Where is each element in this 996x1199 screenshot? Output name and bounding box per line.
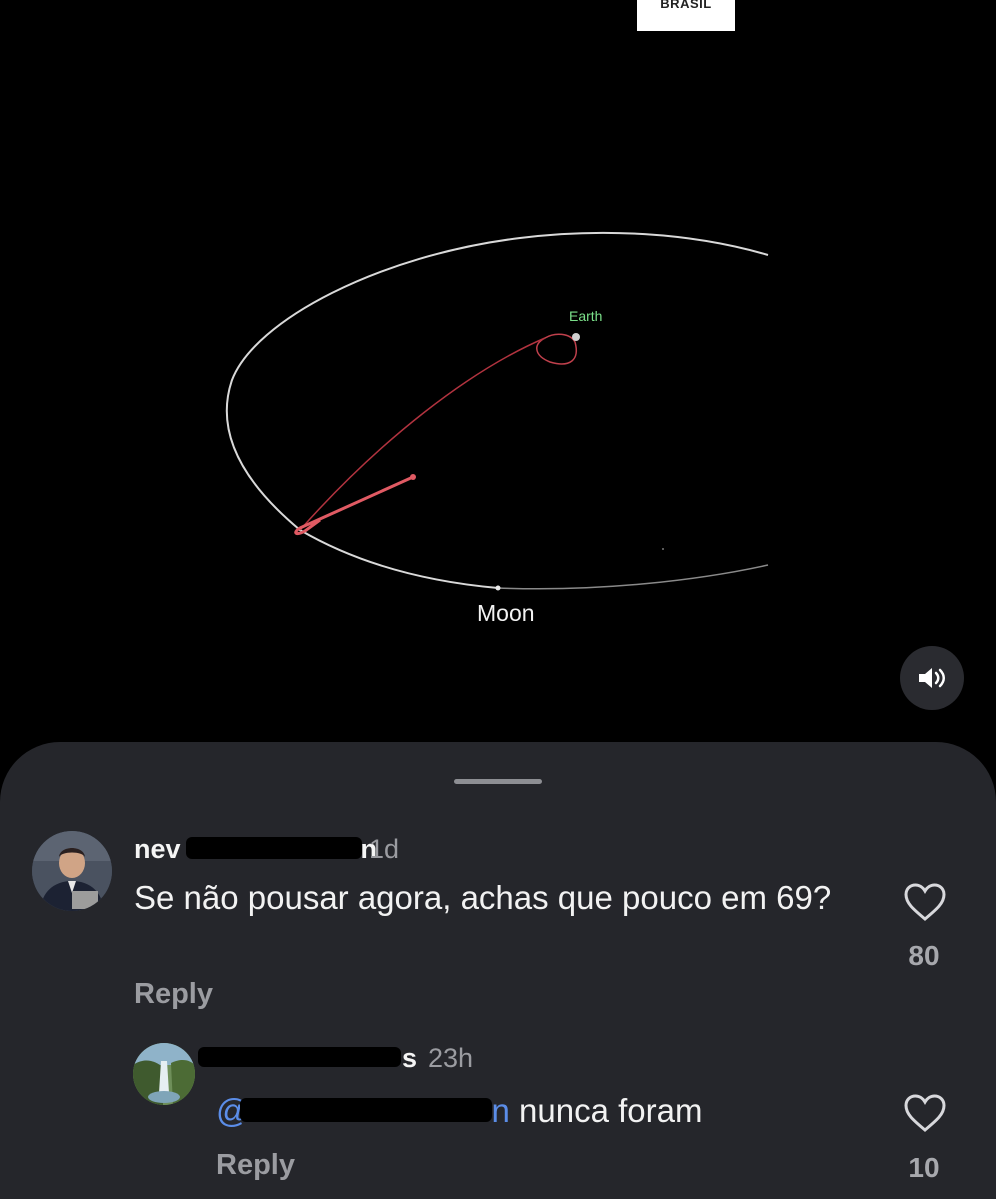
redaction-mark (198, 1047, 401, 1067)
reply-username[interactable]: s (402, 1043, 417, 1074)
username-suffix: s (402, 1043, 418, 1073)
moon-label: Moon (477, 600, 535, 626)
earth-marker (572, 333, 580, 341)
reply-body: nunca foram (509, 1092, 703, 1129)
avatar-image (32, 831, 112, 911)
reel-screen: BRASIL Earth Moon nev n 1d Se não pousar… (0, 0, 996, 1199)
like-count: 80 (908, 940, 940, 971)
reply-button[interactable]: Reply (134, 978, 213, 1011)
comments-sheet: nev n 1d Se não pousar agora, achas que p… (0, 742, 996, 1199)
moon-marker (495, 585, 501, 591)
star (662, 548, 664, 550)
lunar-approach-path (294, 475, 414, 536)
comment-text: Se não pousar agora, achas que pouco em … (134, 879, 832, 916)
username-prefix: nev (134, 834, 181, 864)
like-count: 10 (908, 1152, 940, 1183)
comment-time: 1d (369, 834, 400, 864)
avatar-image (133, 1043, 195, 1105)
sheet-grabber[interactable] (454, 779, 542, 784)
heart-icon[interactable] (903, 1093, 947, 1133)
reply-time: 23h (428, 1043, 474, 1073)
mention-suffix: n (491, 1092, 510, 1129)
spacecraft-marker (410, 474, 416, 480)
redaction-mark (186, 837, 362, 859)
speaker-volume-icon (919, 668, 945, 688)
orbit-diagram (225, 231, 769, 591)
video-player[interactable]: BRASIL Earth Moon (0, 0, 996, 760)
heart-icon[interactable] (903, 882, 947, 922)
avatar[interactable] (133, 1043, 195, 1105)
moon-orbit-path (225, 231, 769, 589)
earth-label: Earth (569, 308, 603, 324)
transfer-trajectory-path (299, 337, 546, 531)
moon-orbit-far-path (497, 564, 769, 590)
sound-toggle-button[interactable] (900, 646, 964, 710)
redaction-mark (240, 1098, 492, 1122)
avatar[interactable] (32, 831, 112, 911)
reply-button[interactable]: Reply (216, 1149, 295, 1182)
